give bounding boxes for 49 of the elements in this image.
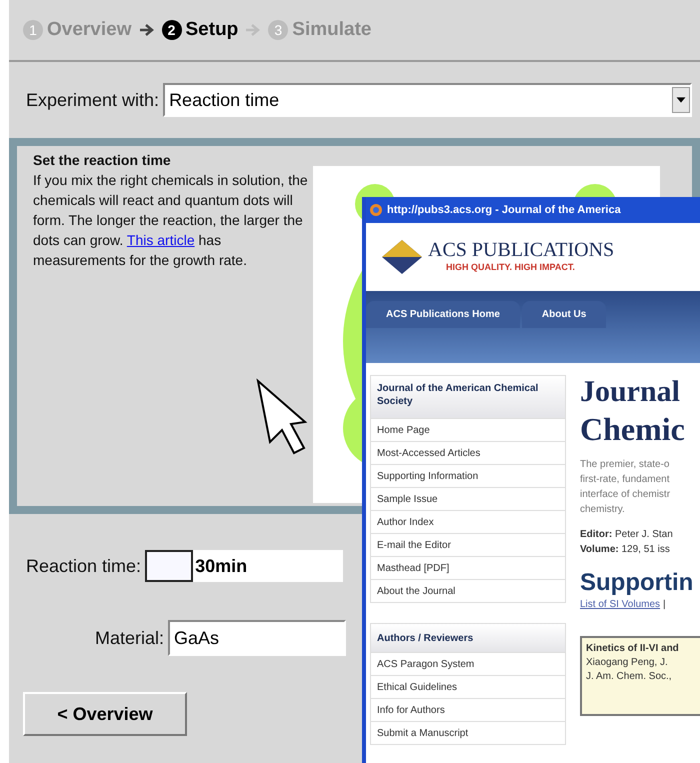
arrow-icon (140, 24, 154, 36)
experiment-dropdown[interactable]: Reaction time (163, 83, 692, 117)
article-citation: J. Am. Chem. Soc., (586, 670, 673, 684)
field-label: Experiment with: (26, 88, 160, 112)
dropdown-caret-icon (672, 87, 690, 113)
logo-icon (380, 238, 424, 276)
description-text: If you mix the right chemicals in solution, the chemicals will react and quantum dots will form. The longer the reaction, the larger the dots can grow. This article has measurements for the growth rate. (33, 171, 309, 270)
journal-title: Chemic (580, 410, 686, 449)
sidebar-link[interactable]: Submit a Manuscript (371, 721, 565, 744)
journal-meta: Volume: 129, 51 iss (580, 543, 671, 557)
article-title: Kinetics of II-VI and (586, 642, 680, 656)
journal-title: Journal (580, 375, 682, 409)
sidebar-link[interactable]: ACS Paragon System (371, 652, 565, 675)
nav-tab[interactable]: About Us (522, 301, 606, 328)
time-input[interactable] (145, 550, 194, 582)
sidebar-link[interactable]: About the Journal (371, 579, 565, 602)
description-line: chemistry. (580, 503, 626, 517)
sidebar-link[interactable]: Info for Authors (371, 698, 565, 721)
section-title: Supportin (580, 569, 694, 597)
field-label: Reaction time: (26, 554, 142, 578)
window-title: http://pubs3.acs.org - Journal of the America (387, 202, 621, 218)
material-dropdown[interactable]: GaAs (168, 620, 346, 656)
browser-icon (369, 203, 383, 217)
logo-tagline: HIGH QUALITY. HIGH IMPACT. (445, 261, 576, 274)
sidebar-link[interactable]: E-mail the Editor (371, 533, 565, 556)
description-line: The premier, state-o (580, 458, 670, 472)
field-label: Material: (95, 626, 164, 650)
article-link[interactable]: This article (126, 232, 195, 248)
description-line: interface of chemistr (580, 488, 672, 502)
sidebar-link[interactable]: Masthead [PDF] (371, 556, 565, 579)
step[interactable]: 2 Setup (162, 16, 238, 44)
time-reading: 30min (193, 550, 344, 582)
sidebar-link[interactable]: Home Page (371, 418, 565, 441)
journal-meta: Editor: Peter J. Stan (580, 528, 674, 542)
panel-title: Set the reaction time (33, 151, 172, 170)
sidebar-link[interactable]: Author Index (371, 510, 565, 533)
logo-text: ACS PUBLICATIONS (428, 239, 614, 262)
description-line: first-rate, fundament (580, 473, 670, 487)
sidebar-link[interactable]: Ethical Guidelines (371, 675, 565, 698)
nav-tab[interactable]: ACS Publications Home (366, 301, 520, 328)
volumes-link[interactable]: List of SI Volumes (580, 597, 660, 612)
sidebar-link[interactable]: Sample Issue (371, 487, 565, 510)
separator: | (663, 598, 666, 612)
arrow-icon (246, 24, 260, 36)
article-authors: Xiaogang Peng, J. (586, 656, 669, 670)
sidebar-heading: Authors / Reviewers (371, 624, 565, 652)
back-button[interactable]: < Overview (23, 692, 187, 736)
sidebar-link[interactable]: Supporting Information (371, 464, 565, 487)
sidebar-link[interactable]: Most-Accessed Articles (371, 441, 565, 464)
